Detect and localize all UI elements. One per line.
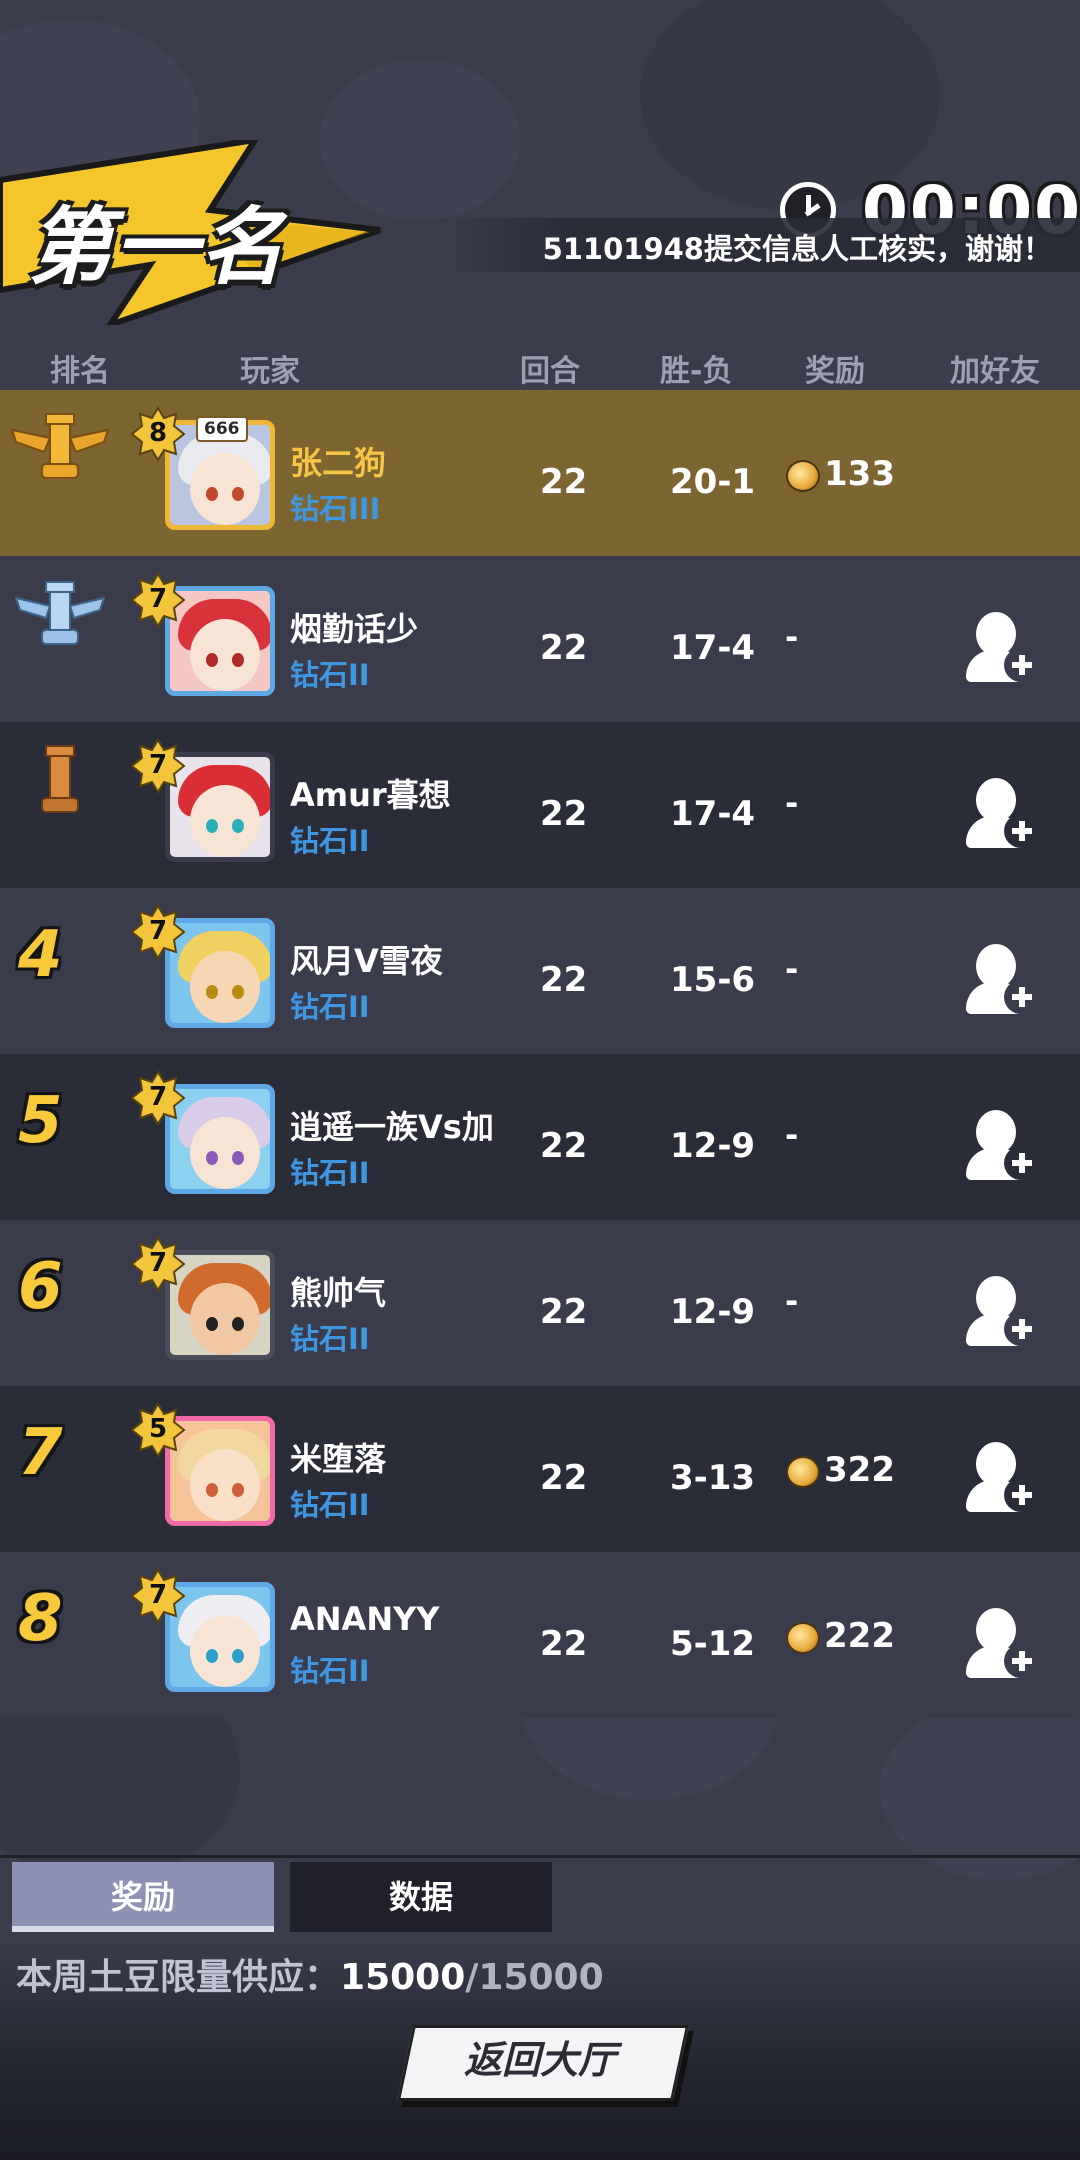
reward-value: 133 [786,454,895,494]
rounds-value: 22 [540,1292,588,1332]
player-name: Amur暮想 [290,776,451,814]
potato-coin-icon [786,459,820,492]
player-tier: 钻石II [290,1156,370,1190]
reward-value: 222 [786,1616,895,1656]
win-loss-value: 5-12 [670,1624,756,1664]
reward-value: - [785,1282,799,1320]
gold-rook-trophy-icon [10,413,110,479]
level-badge: 7 [130,1236,186,1292]
player-row[interactable]: 8 7 ANANYY 钻石II 22 5-12 222 [0,1552,1080,1718]
player-name: 熊帅气 [290,1274,387,1312]
player-name: ANANYY [290,1600,440,1638]
rank-number: 7 [18,1416,63,1490]
player-tier: 钻石II [290,1654,370,1688]
tab-data[interactable]: 数据 [290,1862,552,1932]
rounds-value: 22 [540,1126,588,1166]
col-win-loss: 胜-负 [660,354,733,389]
add-friend-icon[interactable] [966,1110,1038,1184]
win-loss-value: 20-1 [670,462,756,502]
column-headers: 排名 玩家 回合 胜-负 奖励 加好友 [0,342,1080,389]
level-badge: 7 [130,904,186,960]
rank-number: 8 [18,1582,63,1656]
player-tier: 钻石II [290,1488,370,1522]
reward-value: - [785,950,799,988]
player-row[interactable]: 7 烟勤话少 钻石II 22 17-4 - [0,556,1080,722]
col-add-friend: 加好友 [950,354,1040,389]
level-badge: 8 [130,406,186,462]
player-row[interactable]: 5 7 逍遥一族Vs加 钻石II 22 12-9 - [0,1054,1080,1220]
silver-rook-trophy-icon [14,581,106,645]
add-friend-icon[interactable] [966,944,1038,1018]
player-name: 风月V雪夜 [290,942,443,980]
col-reward: 奖励 [805,354,865,389]
rounds-value: 22 [540,1458,588,1498]
level-badge: 5 [130,1402,186,1458]
weekly-supply: 本周土豆限量供应：15000/15000 [16,1948,604,2000]
rounds-value: 22 [540,794,588,834]
header: 第一名 00:00 51101948提交信息人工核实，谢谢！ [0,0,1080,370]
supply-current: 15000 [340,1957,466,1998]
supply-max: /15000 [465,1957,604,1998]
tab-reward[interactable]: 奖励 [12,1862,274,1932]
rank-number: 5 [18,1084,63,1158]
player-tier: 钻石II [290,658,370,692]
add-friend-icon[interactable] [966,1608,1038,1682]
win-loss-value: 17-4 [670,794,756,834]
player-tier: 钻石II [290,990,370,1024]
level-badge: 7 [130,1070,186,1126]
vip-tag: 666 [196,416,248,442]
player-name: 逍遥一族Vs加 [290,1108,494,1146]
player-row[interactable]: 7 Amur暮想 钻石II 22 17-4 - [0,722,1080,888]
win-loss-value: 12-9 [670,1292,756,1332]
win-loss-value: 17-4 [670,628,756,668]
potato-coin-icon [786,1455,820,1488]
add-friend-icon[interactable] [966,778,1038,852]
back-to-lobby-button[interactable]: 返回大厅 [396,2025,690,2101]
player-tier: 钻石II [290,824,370,858]
reward-value: - [785,1116,799,1154]
add-friend-icon[interactable] [966,1442,1038,1516]
supply-label: 本周土豆限量供应： [16,1957,341,1998]
reward-value: 322 [786,1450,895,1490]
reward-value: - [785,784,799,822]
col-rank: 排名 [50,354,110,389]
win-loss-value: 3-13 [670,1458,756,1498]
player-row[interactable]: 8 666 张二狗 钻石III 22 20-1 133 [0,390,1080,556]
col-player: 玩家 [240,354,300,389]
rank-number: 4 [18,918,63,992]
level-badge: 7 [130,572,186,628]
back-to-lobby-label: 返回大厅 [463,2038,616,2082]
rounds-value: 22 [540,1624,588,1664]
level-badge: 7 [130,1568,186,1624]
bronze-rook-trophy-icon [41,745,79,813]
player-row[interactable]: 4 7 风月V雪夜 钻石II 22 15-6 - [0,888,1080,1054]
add-friend-icon[interactable] [966,612,1038,686]
notice-text: 51101948提交信息人工核实，谢谢！ [542,232,1052,266]
rounds-value: 22 [540,960,588,1000]
player-name: 烟勤话少 [290,610,419,648]
player-row[interactable]: 7 5 米堕落 钻石II 22 3-13 322 [0,1386,1080,1552]
player-row[interactable]: 6 7 熊帅气 钻石II 22 12-9 - [0,1220,1080,1386]
bottom-tabs: 奖励 数据 [0,1855,1080,1938]
win-loss-value: 15-6 [670,960,756,1000]
potato-coin-icon [786,1621,820,1654]
player-name: 米堕落 [290,1440,387,1478]
col-rounds: 回合 [520,354,580,389]
rank-number: 6 [18,1250,63,1324]
rounds-value: 22 [540,628,588,668]
win-loss-value: 12-9 [670,1126,756,1166]
player-name: 张二狗 [290,444,387,482]
reward-value: - [785,618,799,656]
add-friend-icon[interactable] [966,1276,1038,1350]
player-tier: 钻石III [290,492,381,526]
level-badge: 7 [130,738,186,794]
player-tier: 钻石II [290,1322,370,1356]
rounds-value: 22 [540,462,588,502]
rank-title: 第一名 [28,198,287,296]
